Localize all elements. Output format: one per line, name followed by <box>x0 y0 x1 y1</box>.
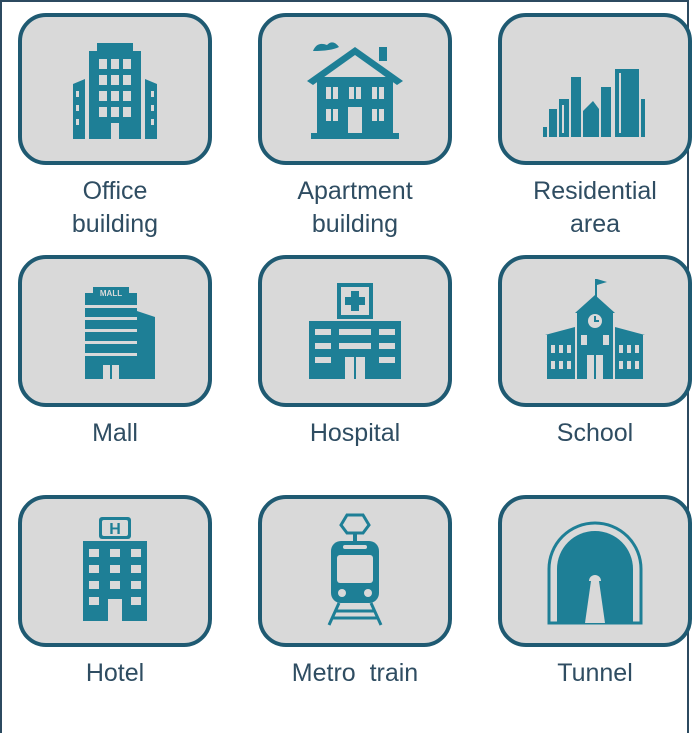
tile-box: MALL <box>18 255 212 407</box>
tile-label: Metro train <box>291 659 419 687</box>
tile-label: Office building <box>71 177 159 238</box>
tile-label: Residential area <box>533 177 657 238</box>
tile-label: Mall <box>92 419 138 447</box>
tile-box <box>258 495 452 647</box>
tile-label: Tunnel <box>557 659 633 687</box>
tile-label: School <box>556 419 634 447</box>
svg-text:H: H <box>109 521 121 538</box>
tile-box: H <box>18 495 212 647</box>
tile-metro-train: Metro train <box>258 495 452 687</box>
tile-hospital: Hospital <box>258 255 452 447</box>
tile-hotel: H Hotel <box>18 495 212 687</box>
apartment-building-icon <box>307 42 403 139</box>
tile-tunnel: Tunnel <box>498 495 692 687</box>
tile-label: Hospital <box>309 419 401 447</box>
tile-label: Apartment building <box>297 177 413 238</box>
mall-icon: MALL <box>85 287 155 379</box>
tile-mall: MALL Mall <box>18 255 212 447</box>
tile-box <box>498 495 692 647</box>
hospital-icon <box>309 283 401 379</box>
tile-box <box>258 255 452 407</box>
residential-area-icon <box>543 69 645 137</box>
tile-box <box>498 13 692 165</box>
tile-box <box>498 255 692 407</box>
svg-text:MALL: MALL <box>100 289 122 298</box>
tile-apartment-building: Apartment building <box>258 13 452 238</box>
office-building-icon <box>73 43 157 139</box>
tile-school: School <box>498 255 692 447</box>
tile-label: Hotel <box>85 659 145 687</box>
hotel-icon: H <box>83 517 147 621</box>
tile-residential-area: Residential area <box>498 13 692 238</box>
school-icon <box>545 279 645 379</box>
tile-box <box>258 13 452 165</box>
tile-office-building: Office building <box>18 13 212 238</box>
tunnel-icon <box>547 521 643 625</box>
tile-box <box>18 13 212 165</box>
metro-train-icon <box>327 513 383 626</box>
